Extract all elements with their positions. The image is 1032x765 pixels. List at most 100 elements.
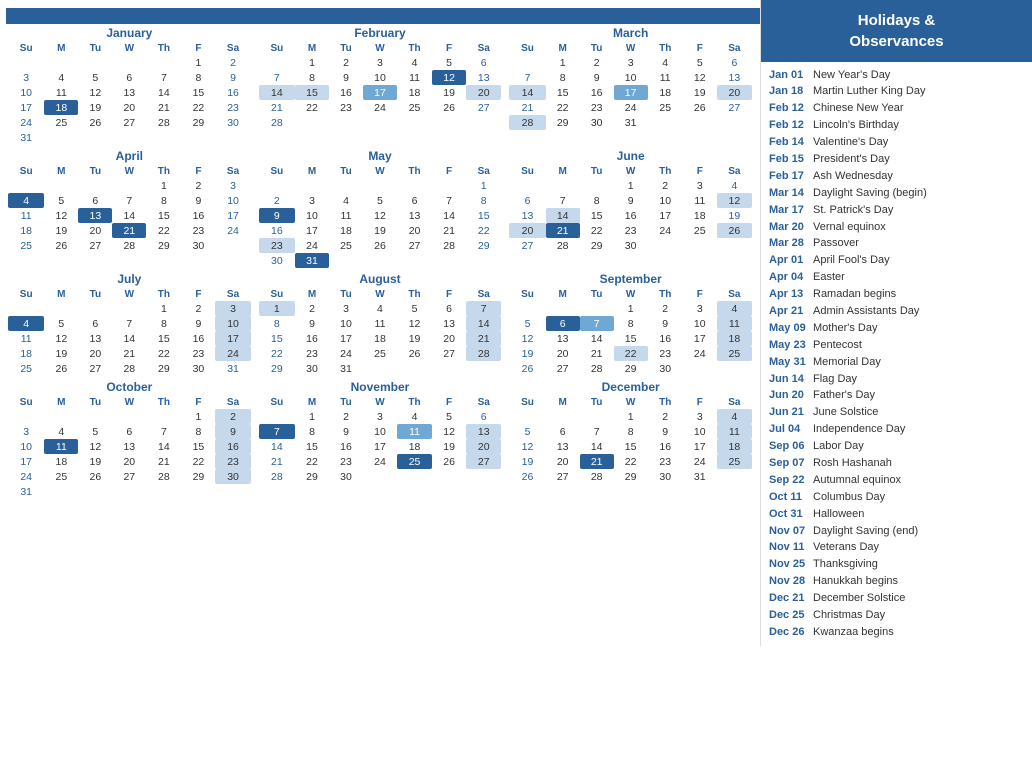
calendar-day[interactable]: 13 bbox=[466, 70, 501, 85]
calendar-day[interactable] bbox=[329, 115, 363, 130]
calendar-day[interactable]: 27 bbox=[466, 100, 501, 115]
calendar-day[interactable]: 9 bbox=[215, 70, 250, 85]
calendar-day[interactable]: 25 bbox=[44, 469, 78, 484]
calendar-day[interactable]: 2 bbox=[329, 409, 363, 424]
calendar-day[interactable]: 22 bbox=[580, 223, 614, 238]
calendar-day[interactable] bbox=[215, 238, 250, 253]
calendar-day[interactable]: 8 bbox=[614, 316, 648, 331]
calendar-day[interactable] bbox=[397, 469, 432, 484]
calendar-day[interactable]: 7 bbox=[146, 424, 181, 439]
calendar-day[interactable]: 7 bbox=[466, 301, 501, 316]
calendar-day[interactable]: 31 bbox=[683, 469, 717, 484]
calendar-day[interactable] bbox=[259, 178, 295, 193]
calendar-day[interactable]: 2 bbox=[580, 55, 614, 70]
calendar-day[interactable]: 20 bbox=[717, 85, 752, 100]
calendar-day[interactable]: 27 bbox=[397, 238, 432, 253]
calendar-day[interactable]: 1 bbox=[181, 55, 215, 70]
calendar-day[interactable]: 2 bbox=[648, 409, 683, 424]
calendar-day[interactable]: 10 bbox=[8, 439, 44, 454]
calendar-day[interactable] bbox=[363, 253, 397, 268]
calendar-day[interactable] bbox=[580, 301, 614, 316]
calendar-day[interactable] bbox=[44, 484, 78, 499]
calendar-day[interactable]: 28 bbox=[546, 238, 580, 253]
calendar-day[interactable]: 3 bbox=[363, 55, 397, 70]
calendar-day[interactable]: 29 bbox=[146, 361, 181, 376]
calendar-day[interactable]: 19 bbox=[44, 223, 78, 238]
calendar-day[interactable]: 3 bbox=[215, 178, 250, 193]
calendar-day[interactable]: 12 bbox=[717, 193, 752, 208]
calendar-day[interactable]: 4 bbox=[44, 424, 78, 439]
calendar-day[interactable] bbox=[648, 238, 683, 253]
calendar-day[interactable]: 12 bbox=[44, 331, 78, 346]
calendar-day[interactable]: 11 bbox=[683, 193, 717, 208]
calendar-day[interactable]: 13 bbox=[717, 70, 752, 85]
calendar-day[interactable]: 3 bbox=[329, 301, 363, 316]
calendar-day[interactable]: 26 bbox=[717, 223, 752, 238]
calendar-day[interactable]: 18 bbox=[8, 223, 44, 238]
calendar-day[interactable]: 19 bbox=[683, 85, 717, 100]
calendar-day[interactable]: 6 bbox=[466, 55, 501, 70]
calendar-day[interactable]: 14 bbox=[509, 85, 545, 100]
calendar-day[interactable]: 4 bbox=[717, 301, 752, 316]
calendar-day[interactable]: 16 bbox=[329, 85, 363, 100]
calendar-day[interactable]: 29 bbox=[580, 238, 614, 253]
calendar-day[interactable]: 11 bbox=[648, 70, 683, 85]
calendar-day[interactable]: 14 bbox=[580, 439, 614, 454]
calendar-day[interactable]: 25 bbox=[363, 346, 397, 361]
calendar-day[interactable]: 19 bbox=[509, 346, 545, 361]
calendar-day[interactable] bbox=[466, 361, 501, 376]
calendar-day[interactable]: 6 bbox=[78, 193, 112, 208]
calendar-day[interactable]: 11 bbox=[44, 85, 78, 100]
calendar-day[interactable]: 23 bbox=[329, 454, 363, 469]
calendar-day[interactable]: 3 bbox=[295, 193, 329, 208]
calendar-day[interactable]: 9 bbox=[295, 316, 329, 331]
calendar-day[interactable] bbox=[78, 409, 112, 424]
calendar-day[interactable] bbox=[295, 178, 329, 193]
calendar-day[interactable]: 16 bbox=[614, 208, 648, 223]
calendar-day[interactable]: 8 bbox=[181, 424, 215, 439]
calendar-day[interactable]: 6 bbox=[112, 70, 146, 85]
calendar-day[interactable]: 18 bbox=[44, 454, 78, 469]
calendar-day[interactable] bbox=[112, 55, 146, 70]
calendar-day[interactable]: 29 bbox=[614, 361, 648, 376]
calendar-day[interactable]: 27 bbox=[78, 238, 112, 253]
calendar-day[interactable]: 13 bbox=[78, 331, 112, 346]
calendar-day[interactable] bbox=[546, 409, 580, 424]
calendar-day[interactable]: 28 bbox=[146, 469, 181, 484]
calendar-day[interactable]: 27 bbox=[546, 469, 580, 484]
calendar-day[interactable]: 6 bbox=[546, 316, 580, 331]
calendar-day[interactable]: 4 bbox=[648, 55, 683, 70]
calendar-day[interactable]: 24 bbox=[363, 454, 397, 469]
calendar-day[interactable] bbox=[397, 361, 432, 376]
calendar-day[interactable]: 26 bbox=[432, 100, 466, 115]
calendar-day[interactable]: 18 bbox=[683, 208, 717, 223]
calendar-day[interactable]: 22 bbox=[546, 100, 580, 115]
calendar-day[interactable]: 23 bbox=[181, 346, 215, 361]
calendar-day[interactable]: 21 bbox=[146, 100, 181, 115]
calendar-day[interactable]: 1 bbox=[295, 55, 329, 70]
calendar-day[interactable]: 19 bbox=[363, 223, 397, 238]
calendar-day[interactable] bbox=[146, 484, 181, 499]
calendar-day[interactable] bbox=[683, 115, 717, 130]
calendar-day[interactable] bbox=[112, 484, 146, 499]
calendar-day[interactable]: 16 bbox=[215, 85, 250, 100]
calendar-day[interactable]: 8 bbox=[295, 424, 329, 439]
calendar-day[interactable]: 29 bbox=[466, 238, 501, 253]
calendar-day[interactable]: 11 bbox=[397, 70, 432, 85]
calendar-day[interactable]: 29 bbox=[146, 238, 181, 253]
calendar-day[interactable] bbox=[112, 130, 146, 145]
calendar-day[interactable] bbox=[78, 484, 112, 499]
calendar-day[interactable]: 20 bbox=[112, 100, 146, 115]
calendar-day[interactable]: 20 bbox=[78, 223, 112, 238]
calendar-day[interactable] bbox=[580, 178, 614, 193]
calendar-day[interactable]: 30 bbox=[181, 238, 215, 253]
calendar-day[interactable]: 6 bbox=[509, 193, 545, 208]
calendar-day[interactable]: 12 bbox=[363, 208, 397, 223]
calendar-day[interactable]: 16 bbox=[215, 439, 250, 454]
calendar-day[interactable]: 11 bbox=[8, 208, 44, 223]
calendar-day[interactable] bbox=[329, 253, 363, 268]
calendar-day[interactable] bbox=[397, 115, 432, 130]
calendar-day[interactable]: 17 bbox=[215, 208, 250, 223]
calendar-day[interactable]: 8 bbox=[295, 70, 329, 85]
calendar-day[interactable]: 24 bbox=[215, 223, 250, 238]
